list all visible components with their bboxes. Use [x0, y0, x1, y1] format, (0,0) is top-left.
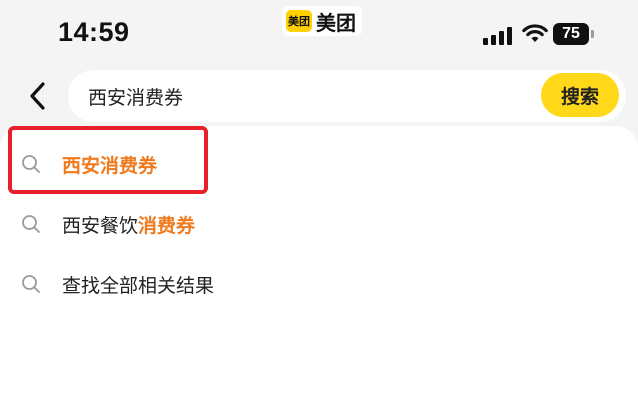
search-icon: [20, 213, 42, 235]
suggestion-label: 查找全部相关结果: [62, 271, 214, 298]
cellular-signal-icon: [483, 27, 512, 45]
suggestion-highlight: 西安消费券: [62, 154, 158, 177]
suggestion-item[interactable]: 西安消费券: [0, 136, 638, 192]
suggestion-prefix: 查找全部相关结果: [62, 274, 215, 297]
chevron-left-icon: [30, 82, 45, 110]
search-icon: [20, 153, 42, 175]
suggestion-panel: 西安消费券 西安餐饮消费券 查找全部相关结果: [0, 126, 638, 400]
suggestion-label: 西安餐饮消费券: [62, 211, 195, 238]
search-input[interactable]: [88, 78, 508, 114]
wifi-icon: [522, 24, 548, 42]
app-badge: 美团 美团: [282, 6, 362, 36]
meituan-logo-icon: 美团: [286, 10, 312, 32]
search-header: 搜索: [0, 68, 638, 124]
back-button[interactable]: [22, 78, 54, 114]
status-time: 14:59: [58, 17, 130, 47]
suggestion-item[interactable]: 查找全部相关结果: [0, 256, 638, 312]
suggestion-highlight: 消费券: [138, 214, 196, 237]
search-box: 搜索: [68, 70, 626, 122]
battery-level: 75: [553, 23, 589, 45]
search-icon: [20, 273, 42, 295]
suggestion-label: 西安消费券: [62, 151, 157, 178]
search-button[interactable]: 搜索: [541, 73, 619, 117]
status-bar: 14:59 美团 美团 75: [0, 0, 638, 64]
suggestion-prefix: 西安餐饮: [62, 214, 139, 237]
app-name: 美团: [316, 10, 356, 35]
battery-icon: 75: [553, 23, 595, 45]
suggestion-item[interactable]: 西安餐饮消费券: [0, 196, 638, 252]
battery-tip: [591, 30, 594, 38]
